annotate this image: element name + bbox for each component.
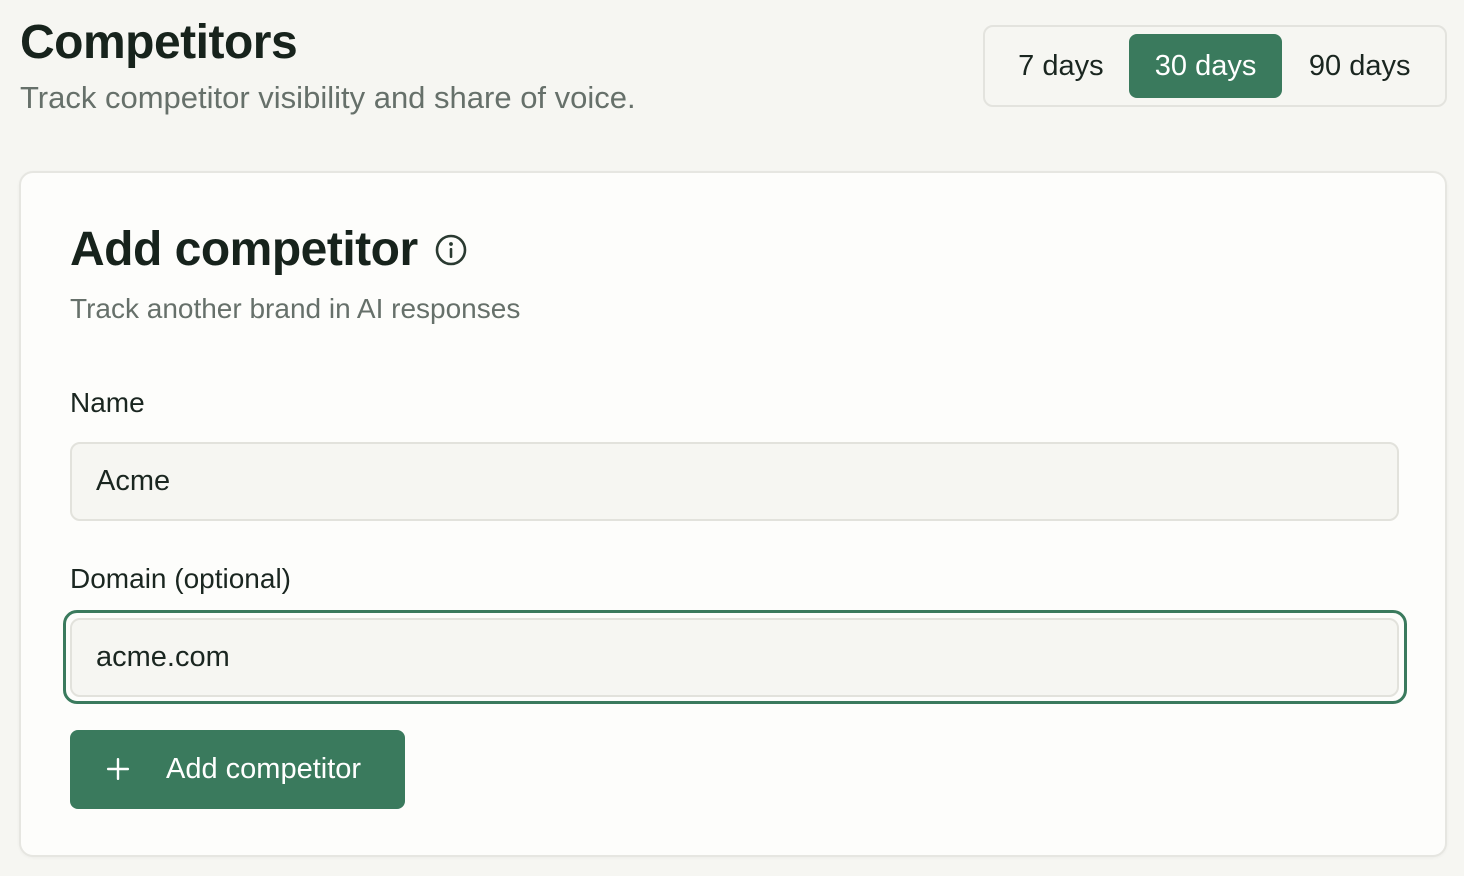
add-competitor-button-label: Add competitor [166, 753, 362, 785]
domain-input[interactable] [70, 618, 1399, 697]
card-title: Add competitor [70, 223, 418, 276]
name-label: Name [70, 387, 145, 418]
page-title: Competitors [20, 16, 298, 69]
date-range-selector: 7 days 30 days 90 days [983, 25, 1447, 107]
competitors-page: Competitors Track competitor visibility … [0, 0, 1464, 876]
plus-icon [106, 757, 130, 781]
range-90-days-button[interactable]: 90 days [1282, 34, 1437, 98]
name-input[interactable] [70, 442, 1399, 521]
range-7-days-button[interactable]: 7 days [993, 34, 1129, 98]
add-competitor-button[interactable]: Add competitor [70, 730, 405, 809]
info-circle-icon[interactable] [434, 233, 468, 267]
page-subtitle: Track competitor visibility and share of… [20, 80, 636, 115]
add-competitor-card: Add competitor Track another brand in AI… [19, 171, 1447, 857]
range-30-days-button[interactable]: 30 days [1128, 34, 1283, 98]
card-subtitle: Track another brand in AI responses [70, 293, 521, 324]
domain-label: Domain (optional) [70, 563, 291, 594]
